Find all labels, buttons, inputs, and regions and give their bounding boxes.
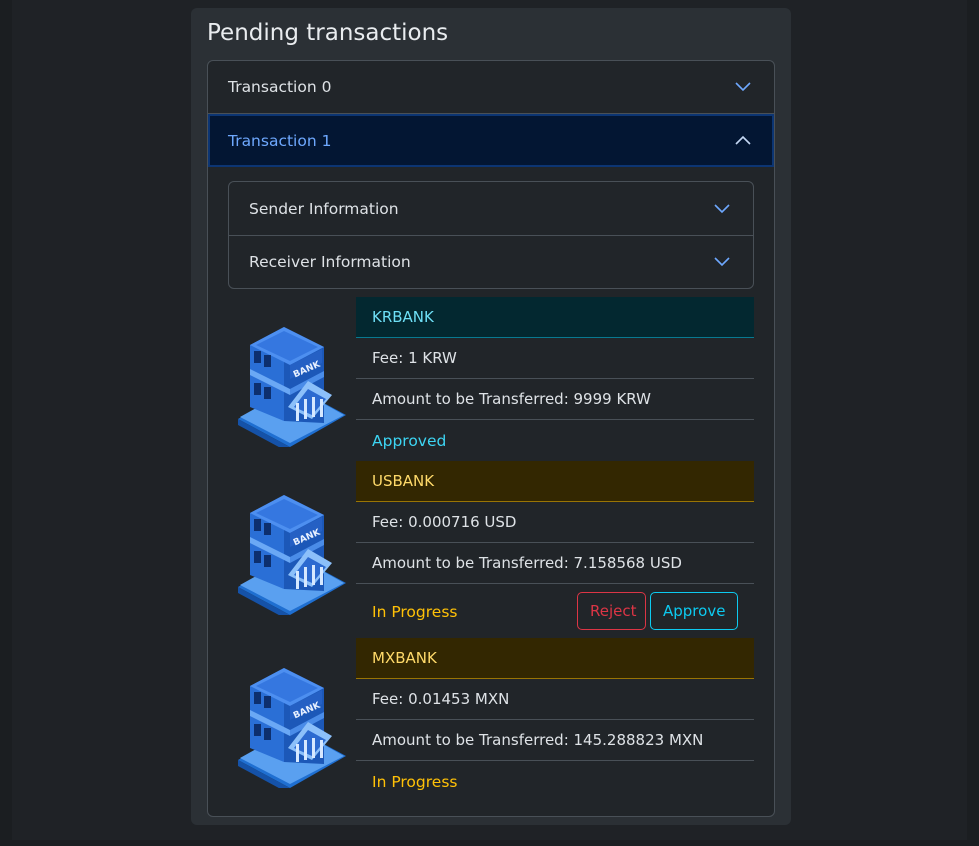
- transaction-0-label: Transaction 0: [228, 78, 332, 96]
- chevron-up-icon: [734, 132, 752, 150]
- sender-information-label: Sender Information: [249, 199, 399, 218]
- party-info-accordion: Sender Information Receiver Information: [228, 181, 754, 289]
- bank-status: Approved: [356, 420, 754, 461]
- bank-fee: Fee: 1 KRW: [356, 338, 754, 379]
- bank-card-krbank: KRBANK Fee: 1 KRW Amount to be Transferr…: [228, 297, 754, 461]
- transactions-accordion: Transaction 0 Transaction 1 Sender Infor…: [207, 60, 775, 817]
- sender-information-header[interactable]: Sender Information: [229, 182, 753, 235]
- bank-card-mxbank: MXBANK Fee: 0.01453 MXN Amount to be Tra…: [228, 638, 754, 798]
- bank-info-list: MXBANK Fee: 0.01453 MXN Amount to be Tra…: [356, 638, 754, 802]
- bank-building-icon: [236, 311, 352, 447]
- bank-amount: Amount to be Transferred: 7.158568 USD: [356, 543, 754, 584]
- bank-fee: Fee: 0.01453 MXN: [356, 679, 754, 720]
- bank-info-list: USBANK Fee: 0.000716 USD Amount to be Tr…: [356, 461, 754, 639]
- bank-name: USBANK: [356, 461, 754, 502]
- status-text: In Progress: [372, 772, 458, 791]
- bank-amount: Amount to be Transferred: 9999 KRW: [356, 379, 754, 420]
- receiver-information-label: Receiver Information: [249, 253, 411, 271]
- status-text: Approved: [372, 431, 447, 450]
- bank-info-list: KRBANK Fee: 1 KRW Amount to be Transferr…: [356, 297, 754, 461]
- chevron-down-icon: [713, 200, 731, 218]
- bank-status: In Progress: [356, 761, 754, 802]
- bank-status: In Progress Reject Approve: [356, 584, 754, 639]
- pending-transactions-panel: Pending transactions Transaction 0 Trans…: [191, 8, 791, 825]
- transaction-1-body: Sender Information Receiver Information …: [208, 167, 774, 812]
- transaction-1-label: Transaction 1: [228, 131, 332, 150]
- bank-name: KRBANK: [356, 297, 754, 338]
- bank-fee: Fee: 0.000716 USD: [356, 502, 754, 543]
- bank-name: MXBANK: [356, 638, 754, 679]
- bank-building-icon: [236, 652, 352, 788]
- transaction-0-header[interactable]: Transaction 0: [208, 61, 774, 114]
- bank-building-icon: [236, 479, 352, 615]
- approve-button[interactable]: Approve: [650, 592, 738, 630]
- transaction-1-header[interactable]: Transaction 1: [208, 114, 774, 167]
- bank-amount: Amount to be Transferred: 145.288823 MXN: [356, 720, 754, 761]
- bank-card-usbank: USBANK Fee: 0.000716 USD Amount to be Tr…: [228, 461, 754, 638]
- chevron-down-icon: [734, 78, 752, 96]
- reject-button[interactable]: Reject: [577, 592, 646, 630]
- receiver-information-header[interactable]: Receiver Information: [229, 235, 753, 288]
- status-text: In Progress: [372, 602, 458, 621]
- panel-title: Pending transactions: [207, 20, 449, 46]
- chevron-down-icon: [713, 253, 731, 271]
